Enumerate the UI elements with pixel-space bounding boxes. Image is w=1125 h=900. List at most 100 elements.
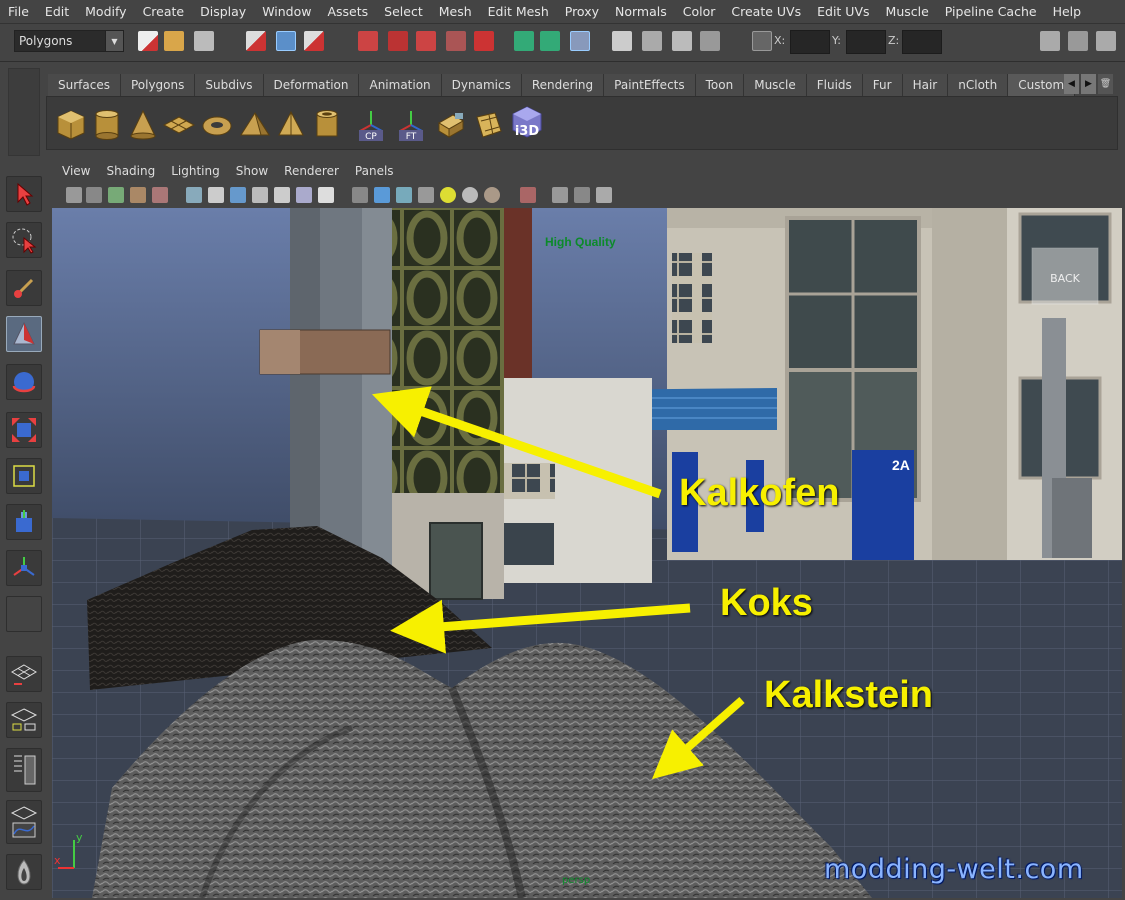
show-manipulator-icon[interactable] [6,550,42,586]
tab-animation[interactable]: Animation [359,74,442,96]
tab-hair[interactable]: Hair [902,74,949,96]
scroll-left-icon[interactable]: ◀ [1064,74,1079,94]
menu-edit-uvs[interactable]: Edit UVs [809,0,877,24]
rotate-tool-icon[interactable] [6,364,42,400]
select-hierarchy-icon[interactable] [246,31,266,51]
cone-icon[interactable] [125,105,161,141]
plane-icon[interactable] [161,105,197,141]
menu-muscle[interactable]: Muscle [878,0,937,24]
scroll-right-icon[interactable]: ▶ [1081,74,1096,94]
new-scene-icon[interactable] [138,31,158,51]
xray-icon[interactable] [552,187,568,203]
tab-polygons[interactable]: Polygons [120,74,196,96]
shelf-menu-handle[interactable] [8,68,40,156]
output-ops-icon[interactable] [540,31,560,51]
scale-tool-icon[interactable] [6,412,42,448]
tool-settings-icon[interactable] [1068,31,1088,51]
menu-assets[interactable]: Assets [319,0,376,24]
outliner-flame-icon[interactable] [6,854,42,890]
safe-title-icon[interactable] [318,187,334,203]
menu-set-dropdown[interactable]: Polygons ▼ [14,30,124,52]
torus-icon[interactable] [199,105,235,141]
save-scene-icon[interactable] [194,31,214,51]
attribute-editor-icon[interactable] [1040,31,1060,51]
tab-fluids[interactable]: Fluids [806,74,863,96]
select-tool-icon[interactable] [6,176,42,212]
bookmarks-icon[interactable] [108,187,124,203]
vp-menu-panels[interactable]: Panels [347,164,402,178]
vp-menu-shading[interactable]: Shading [98,164,163,178]
render-view-icon[interactable] [612,31,632,51]
tab-dynamics[interactable]: Dynamics [441,74,522,96]
scene-render[interactable]: 2A BACK y x persp [52,208,1122,898]
x-field[interactable] [790,30,830,54]
xray-components-icon[interactable] [596,187,612,203]
resolution-gate-icon[interactable] [230,187,246,203]
uv-editor-icon[interactable] [471,105,507,141]
menu-create[interactable]: Create [135,0,193,24]
paint-select-tool-icon[interactable] [6,270,42,306]
xray-joints-icon[interactable] [574,187,590,203]
menu-normals[interactable]: Normals [607,0,675,24]
snap-view-plane-icon[interactable] [446,31,466,51]
vp-menu-view[interactable]: View [54,164,98,178]
construction-history-icon[interactable] [570,31,590,51]
menu-edit[interactable]: Edit [37,0,77,24]
select-component-icon[interactable] [304,31,324,51]
prism-icon[interactable] [237,105,273,141]
render-frame-icon[interactable] [642,31,662,51]
z-field[interactable] [902,30,942,54]
universal-manipulator-icon[interactable] [6,458,42,494]
film-gate-icon[interactable] [208,187,224,203]
menu-edit-mesh[interactable]: Edit Mesh [480,0,557,24]
move-tool-icon[interactable] [6,316,42,352]
2d-pan-zoom-icon[interactable] [152,187,168,203]
y-field[interactable] [846,30,886,54]
cylinder-icon[interactable] [89,105,125,141]
vp-menu-lighting[interactable]: Lighting [163,164,228,178]
menu-proxy[interactable]: Proxy [557,0,607,24]
tab-surfaces[interactable]: Surfaces [48,74,121,96]
lasso-tool-icon[interactable] [6,222,42,258]
open-scene-icon[interactable] [164,31,184,51]
persp-graph-layout-icon[interactable] [6,748,42,792]
grid-toggle-icon[interactable] [186,187,202,203]
high-quality-icon[interactable] [484,187,500,203]
menu-pipeline-cache[interactable]: Pipeline Cache [937,0,1045,24]
last-tool-slot[interactable] [6,596,42,632]
render-settings-icon[interactable] [700,31,720,51]
ipr-render-icon[interactable] [672,31,692,51]
tab-toon[interactable]: Toon [695,74,745,96]
pyramid-icon[interactable] [273,105,309,141]
persp-outliner-layout-icon[interactable] [6,702,42,738]
tab-subdivs[interactable]: Subdivs [195,74,264,96]
snap-point-icon[interactable] [416,31,436,51]
tab-muscle[interactable]: Muscle [744,74,807,96]
tab-painteffects[interactable]: PaintEffects [604,74,696,96]
textured-icon[interactable] [418,187,434,203]
tab-deformation[interactable]: Deformation [263,74,360,96]
vp-menu-show[interactable]: Show [228,164,276,178]
safe-action-icon[interactable] [296,187,312,203]
shadows-icon[interactable] [462,187,478,203]
wireframe-icon[interactable] [352,187,368,203]
gate-mask-icon[interactable] [252,187,268,203]
tab-fur[interactable]: Fur [862,74,903,96]
menu-modify[interactable]: Modify [77,0,134,24]
soft-modification-icon[interactable] [6,504,42,540]
camera-attributes-icon[interactable] [86,187,102,203]
menu-file[interactable]: File [0,0,37,24]
menu-color[interactable]: Color [675,0,724,24]
menu-window[interactable]: Window [254,0,319,24]
cube-icon[interactable] [53,105,89,141]
snap-grid-icon[interactable] [358,31,378,51]
smooth-shade-icon[interactable] [374,187,390,203]
vp-menu-renderer[interactable]: Renderer [276,164,347,178]
uv-map-icon[interactable] [433,105,469,141]
camera-select-icon[interactable] [66,187,82,203]
isolate-select-icon[interactable] [520,187,536,203]
freeze-transform-icon[interactable]: FT [393,105,429,141]
single-perspective-layout-icon[interactable] [6,656,42,692]
use-all-lights-icon[interactable] [440,187,456,203]
make-live-icon[interactable] [474,31,494,51]
